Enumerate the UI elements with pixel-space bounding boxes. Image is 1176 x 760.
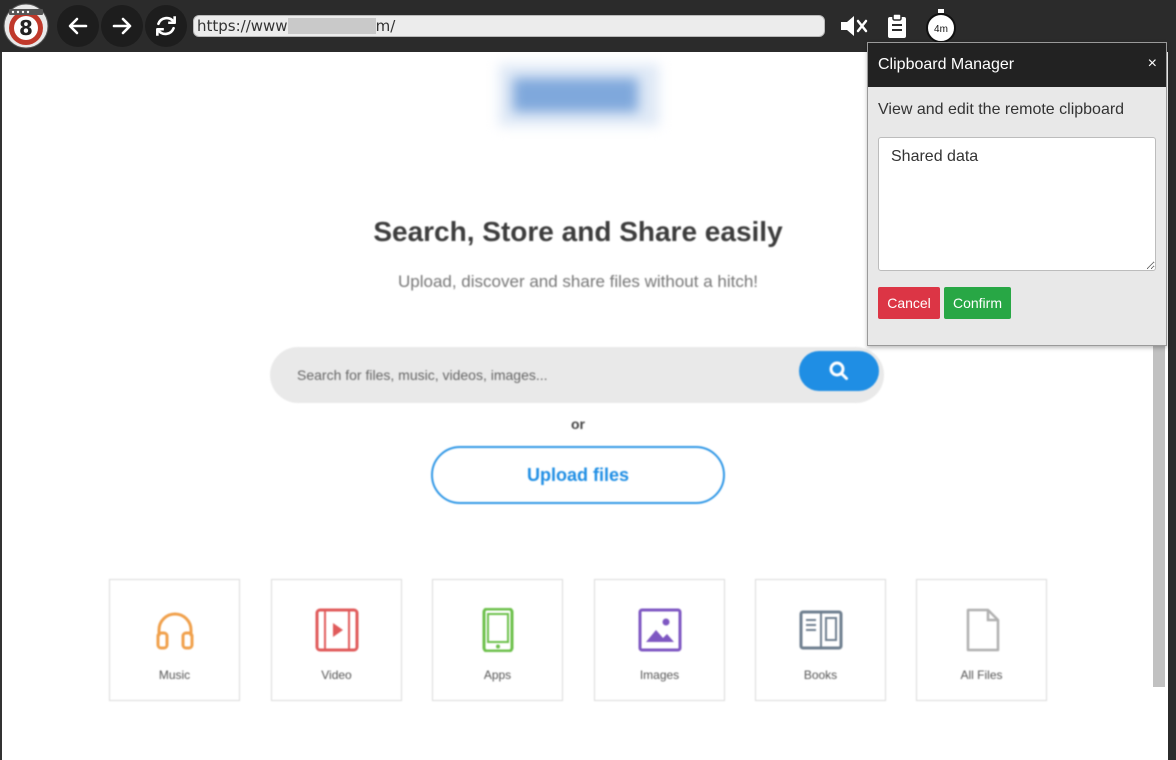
image-icon xyxy=(638,608,681,652)
url-prefix: https://www xyxy=(197,17,288,35)
clipboard-manager-panel: Clipboard Manager × View and edit the re… xyxy=(867,42,1167,346)
address-bar[interactable]: https://www m/ xyxy=(193,15,825,37)
url-redaction xyxy=(287,18,376,34)
window-border xyxy=(1168,52,1176,760)
search-icon xyxy=(829,361,848,380)
category-label: All Files xyxy=(960,668,1003,682)
forward-button[interactable] xyxy=(101,5,143,47)
clipboard-button[interactable] xyxy=(878,7,916,45)
session-timer[interactable]: 4m xyxy=(922,7,960,45)
category-label: Music xyxy=(158,668,191,682)
search-button[interactable] xyxy=(799,351,879,391)
mute-button[interactable] xyxy=(834,7,872,45)
arrow-right-icon xyxy=(112,17,132,35)
search-bar xyxy=(270,347,884,403)
url-suffix: m/ xyxy=(375,17,396,35)
category-images[interactable]: Images xyxy=(594,579,725,701)
upload-files-button[interactable]: Upload files xyxy=(431,446,725,504)
cancel-button[interactable]: Cancel xyxy=(878,287,940,319)
category-music[interactable]: Music xyxy=(109,579,240,701)
video-icon xyxy=(315,608,358,652)
site-logo[interactable] xyxy=(499,64,659,126)
book-icon xyxy=(799,610,842,650)
app-logo[interactable]: 8 xyxy=(3,3,49,49)
search-input[interactable] xyxy=(270,347,790,403)
category-label: Books xyxy=(803,668,838,682)
category-books[interactable]: Books xyxy=(755,579,886,701)
reload-button[interactable] xyxy=(145,5,187,47)
speaker-mute-icon xyxy=(841,16,868,36)
back-button[interactable] xyxy=(57,5,99,47)
arrow-left-icon xyxy=(68,17,88,35)
headphones-icon xyxy=(156,612,193,650)
stopwatch-icon: 4m xyxy=(926,9,956,43)
reload-icon xyxy=(156,16,176,36)
panel-header: Clipboard Manager × xyxy=(868,43,1166,87)
page-scrollbar[interactable] xyxy=(1153,292,1165,687)
panel-description: View and edit the remote clipboard xyxy=(878,101,1125,118)
category-video[interactable]: Video xyxy=(271,579,402,701)
close-icon[interactable]: × xyxy=(1148,55,1157,73)
clipboard-icon xyxy=(888,13,906,38)
or-separator: or xyxy=(571,416,585,432)
clipboard-textarea[interactable]: Shared data xyxy=(878,137,1156,271)
category-all-files[interactable]: All Files xyxy=(916,579,1047,701)
category-label: Apps xyxy=(483,668,512,682)
file-icon xyxy=(966,608,999,652)
confirm-button[interactable]: Confirm xyxy=(944,287,1011,319)
tablet-icon xyxy=(482,608,513,652)
timer-label: 4m xyxy=(934,24,948,35)
category-label: Video xyxy=(321,668,352,682)
category-apps[interactable]: Apps xyxy=(432,579,563,701)
category-label: Images xyxy=(639,668,680,682)
panel-title: Clipboard Manager xyxy=(878,56,1015,73)
svg-text:8: 8 xyxy=(19,16,33,40)
